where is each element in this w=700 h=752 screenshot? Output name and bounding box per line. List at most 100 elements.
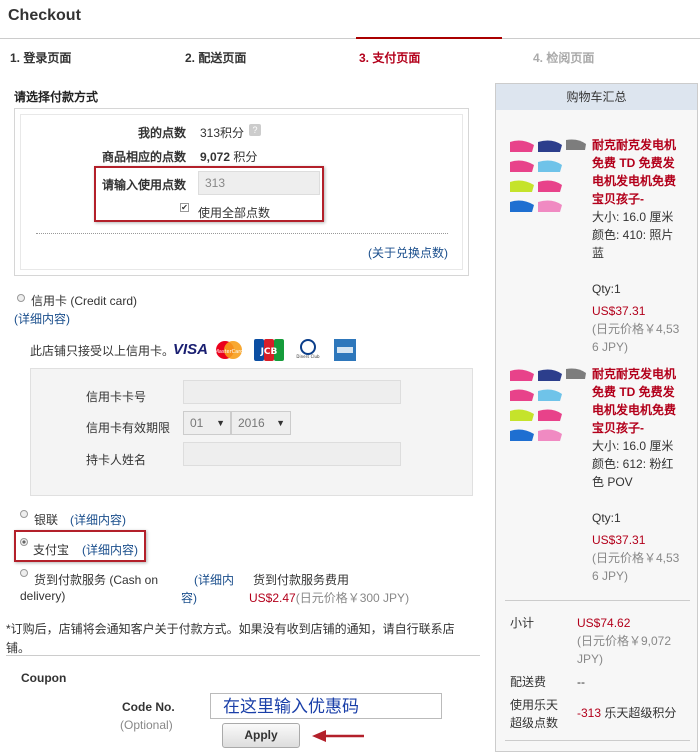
cod-fee-price: US$2.47 <box>249 591 296 605</box>
apply-button[interactable]: Apply <box>222 723 300 748</box>
cod-radio[interactable] <box>20 569 28 577</box>
cart-item-2-title-line: 耐克耐克发电机 <box>592 367 677 381</box>
cart-item-1-price: US$37.31 <box>592 304 646 318</box>
cod-label-2: delivery) <box>20 589 66 603</box>
cart-summary-heading: 购物车汇总 <box>496 84 697 110</box>
cart-item-2-jpy-1: (日元价格￥4,53 <box>592 551 680 565</box>
exchange-points-link[interactable]: (关于兑换点数) <box>368 244 448 261</box>
cart-item-1-title-line: 宝贝孩子- <box>592 192 644 206</box>
card-number-label: 信用卡卡号 <box>86 390 147 404</box>
cart-item-1: 耐克耐克发电机 免费 TD 免费发 电机发电机免费 宝贝孩子- 大小: 16.0… <box>592 136 692 356</box>
cart-item-2-title-line: 宝贝孩子- <box>592 421 644 435</box>
cart-item-1-color-line2: 蓝 <box>592 246 605 260</box>
points-used-unit: 乐天超级积分 <box>601 706 677 720</box>
product-points-number: 9,072 <box>200 150 231 164</box>
points-used-number: -313 <box>577 706 602 720</box>
cart-item-2-price: US$37.31 <box>592 533 646 547</box>
product-points-unit: 积分 <box>230 150 258 164</box>
cart-item-2-color-line2: 色 POV <box>592 475 633 489</box>
product-image-2[interactable] <box>508 365 588 445</box>
unionpay-label: 银联 <box>34 513 59 527</box>
unionpay-radio[interactable] <box>20 510 28 518</box>
cart-item-2-title[interactable]: 耐克耐克发电机 免费 TD 免费发 电机发电机免费 宝贝孩子- <box>592 365 692 437</box>
credit-card-radio[interactable] <box>17 294 25 302</box>
chevron-down-icon: ▼ <box>216 418 225 428</box>
credit-card-detail-link[interactable]: (详细内容) <box>14 310 70 327</box>
card-holder-input[interactable] <box>183 442 401 466</box>
subtotal-value: US$74.62 (日元价格￥9,072 JPY) <box>577 614 692 668</box>
points-input[interactable]: 313 <box>198 171 320 195</box>
cod-label-1: 货到付款服务 (Cash on <box>34 573 159 587</box>
points-used-label-1: 使用乐天 <box>510 698 559 712</box>
my-points-value: 313积分 <box>200 126 245 140</box>
diners-club-icon: Diners Club <box>294 339 322 361</box>
product-points-value: 9,072 积分 <box>200 148 257 165</box>
cod-detail-link-1[interactable]: (详细内 <box>194 571 234 588</box>
coupon-input[interactable]: 在这里输入优惠码 <box>210 693 442 719</box>
cart-item-1-title-line: 耐克耐克发电机 <box>592 138 677 152</box>
shipping-value: -- <box>577 675 585 689</box>
chevron-down-icon: ▼ <box>276 418 285 428</box>
coupon-divider <box>6 655 480 656</box>
my-points-label: 我的点数 <box>137 126 186 140</box>
payment-heading: 请选择付款方式 <box>14 90 99 104</box>
step-payment: 3. 支付页面 <box>359 51 421 65</box>
cart-item-1-jpy-1: (日元价格￥4,53 <box>592 322 680 336</box>
cod-fee-label: 货到付款服务费用 <box>253 573 350 587</box>
enter-points-label: 请输入使用点数 <box>101 178 186 192</box>
cart-item-1-size: 大小: 16.0 厘米 <box>592 210 674 224</box>
page-title: Checkout <box>8 7 81 24</box>
expiry-year-select[interactable]: 2016 ▼ <box>231 411 291 435</box>
cart-item-2-qty: Qty:1 <box>592 511 621 525</box>
shipping-label: 配送费 <box>510 675 547 689</box>
cart-item-1-color-line1: 颜色: 410: 照片 <box>592 228 674 242</box>
expiry-month-select[interactable]: 01 ▼ <box>183 411 231 435</box>
cart-item-2: 耐克耐克发电机 免费 TD 免费发 电机发电机免费 宝贝孩子- 大小: 16.0… <box>592 365 692 585</box>
use-all-points-checkbox[interactable]: ✔ <box>180 203 189 212</box>
payment-notice-line2: 铺。 <box>6 641 31 655</box>
subtotal-label: 小计 <box>510 616 535 630</box>
cart-item-2-color-line1: 颜色: 612: 粉红 <box>592 457 674 471</box>
card-number-input[interactable] <box>183 380 401 404</box>
cod-fee-jpy: (日元价格￥300 JPY) <box>295 591 410 605</box>
help-icon[interactable]: ? <box>249 124 261 136</box>
alipay-radio[interactable] <box>20 538 28 546</box>
accepted-cards-text: 此店铺只接受以上信用卡。 <box>30 344 175 358</box>
active-step-indicator <box>356 37 502 39</box>
mastercard-icon: MasterCard <box>212 339 246 361</box>
step-login[interactable]: 1. 登录页面 <box>10 49 71 66</box>
unionpay-detail-link[interactable]: (详细内容) <box>70 511 126 528</box>
subtotal-price: US$74.62 <box>577 616 631 630</box>
svg-text:Diners Club: Diners Club <box>296 354 320 359</box>
card-holder-label: 持卡人姓名 <box>86 453 147 467</box>
cart-item-1-title[interactable]: 耐克耐克发电机 免费 TD 免费发 电机发电机免费 宝贝孩子- <box>592 136 692 208</box>
cart-item-1-title-line: 免费 TD 免费发 <box>592 156 675 170</box>
cod-fee: US$2.47(日元价格￥300 JPY) <box>249 589 409 606</box>
cod-detail-link-2[interactable]: 容) <box>181 589 197 606</box>
subtotal-jpy-1: (日元价格￥9,072 <box>577 634 672 648</box>
cart-item-2-title-line: 免费 TD 免费发 <box>592 385 675 399</box>
credit-card-label: 信用卡 (Credit card) <box>31 294 138 308</box>
cart-bottom-divider <box>505 740 690 741</box>
step-shipping[interactable]: 2. 配送页面 <box>185 49 246 66</box>
svg-text:JCB: JCB <box>260 347 278 357</box>
cart-item-2-title-line: 电机发电机免费 <box>592 403 677 417</box>
product-image-1[interactable] <box>508 136 588 216</box>
cart-item-1-title-line: 电机发电机免费 <box>592 174 677 188</box>
step-review: 4. 检阅页面 <box>533 51 595 65</box>
amex-icon <box>334 339 356 361</box>
svg-text:MasterCard: MasterCard <box>215 349 244 355</box>
subtotal-jpy-2: JPY) <box>577 652 604 666</box>
use-all-points-label: 使用全部点数 <box>198 206 271 220</box>
payment-notice-line1: *订购后，店铺将会通知客户关于付款方式。如果没有收到店铺的通知，请自行联系店 <box>6 622 455 636</box>
coupon-code-label: Code No. <box>122 700 175 714</box>
arrow-left-icon <box>310 729 366 743</box>
cart-totals-divider <box>505 600 690 601</box>
points-used-value: -313 乐天超级积分 <box>577 704 676 722</box>
payment-notice: *订购后，店铺将会通知客户关于付款方式。如果没有收到店铺的通知，请自行联系店 铺… <box>6 620 486 656</box>
cart-item-1-qty: Qty:1 <box>592 282 621 296</box>
expiry-year-value: 2016 <box>238 416 265 430</box>
alipay-detail-link[interactable]: (详细内容) <box>82 541 138 558</box>
visa-icon: VISA <box>173 341 209 358</box>
expiry-month-value: 01 <box>190 416 204 430</box>
